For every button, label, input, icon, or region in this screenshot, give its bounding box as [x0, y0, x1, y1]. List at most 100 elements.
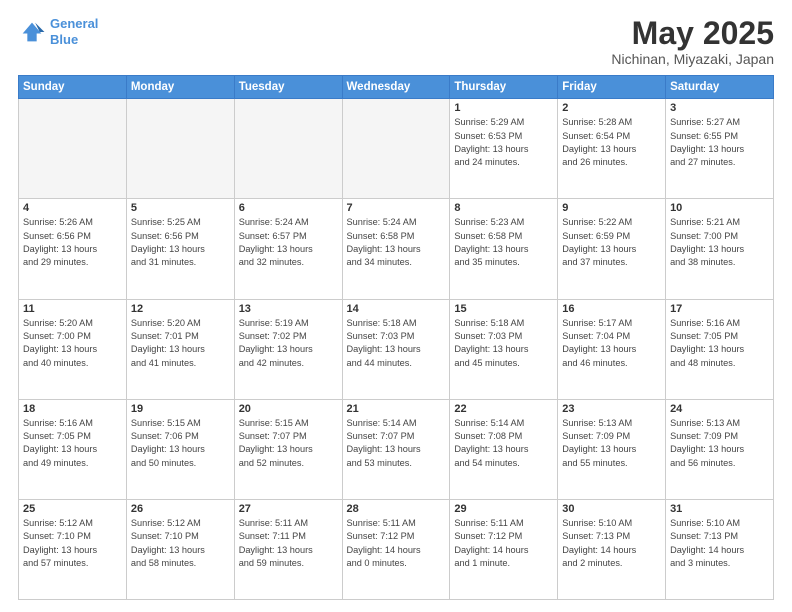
calendar-cell: 5 Sunrise: 5:25 AM Sunset: 6:56 PM Daylig…	[126, 199, 234, 299]
day-info: Sunrise: 5:18 AM Sunset: 7:03 PM Dayligh…	[347, 317, 446, 370]
logo-icon	[18, 18, 46, 46]
day-number: 26	[131, 503, 230, 515]
calendar-cell: 12 Sunrise: 5:20 AM Sunset: 7:01 PM Dayli…	[126, 299, 234, 399]
week-row-4: 18Sunrise: 5:16 AM Sunset: 7:05 PM Dayli…	[19, 399, 774, 499]
calendar-cell: 13 Sunrise: 5:19 AM Sunset: 7:02 PM Dayli…	[234, 299, 342, 399]
day-info: Sunrise: 5:12 AM Sunset: 7:10 PM Dayligh…	[23, 517, 122, 570]
day-info: Sunrise: 5:12 AM Sunset: 7:10 PM Dayligh…	[131, 517, 230, 570]
logo: General Blue	[18, 16, 98, 47]
calendar-cell	[19, 99, 127, 199]
calendar-cell: 19Sunrise: 5:15 AM Sunset: 7:06 PM Dayli…	[126, 399, 234, 499]
day-info: Sunrise: 5:24 AM Sunset: 6:58 PM Dayligh…	[347, 216, 446, 269]
day-number: 1	[454, 102, 553, 114]
calendar-cell: 7 Sunrise: 5:24 AM Sunset: 6:58 PM Daylig…	[342, 199, 450, 299]
day-info: Sunrise: 5:10 AM Sunset: 7:13 PM Dayligh…	[562, 517, 661, 570]
calendar-cell: 10 Sunrise: 5:21 AM Sunset: 7:00 PM Dayli…	[666, 199, 774, 299]
day-info: Sunrise: 5:11 AM Sunset: 7:12 PM Dayligh…	[347, 517, 446, 570]
weekday-header-thursday: Thursday	[450, 76, 558, 99]
calendar-cell	[234, 99, 342, 199]
day-info: Sunrise: 5:17 AM Sunset: 7:04 PM Dayligh…	[562, 317, 661, 370]
day-info: Sunrise: 5:18 AM Sunset: 7:03 PM Dayligh…	[454, 317, 553, 370]
calendar-cell: 21 Sunrise: 5:14 AM Sunset: 7:07 PM Dayli…	[342, 399, 450, 499]
day-number: 29	[454, 503, 553, 515]
day-number: 10	[670, 202, 769, 214]
week-row-3: 11Sunrise: 5:20 AM Sunset: 7:00 PM Dayli…	[19, 299, 774, 399]
day-info: Sunrise: 5:27 AM Sunset: 6:55 PM Dayligh…	[670, 116, 769, 169]
calendar-title: May 2025	[611, 16, 774, 51]
day-number: 22	[454, 403, 553, 415]
calendar-cell: 6 Sunrise: 5:24 AM Sunset: 6:57 PM Daylig…	[234, 199, 342, 299]
day-number: 28	[347, 503, 446, 515]
day-info: Sunrise: 5:14 AM Sunset: 7:08 PM Dayligh…	[454, 417, 553, 470]
day-number: 24	[670, 403, 769, 415]
calendar-subtitle: Nichinan, Miyazaki, Japan	[611, 51, 774, 67]
day-info: Sunrise: 5:28 AM Sunset: 6:54 PM Dayligh…	[562, 116, 661, 169]
day-info: Sunrise: 5:15 AM Sunset: 7:06 PM Dayligh…	[131, 417, 230, 470]
day-number: 17	[670, 303, 769, 315]
day-info: Sunrise: 5:22 AM Sunset: 6:59 PM Dayligh…	[562, 216, 661, 269]
day-number: 2	[562, 102, 661, 114]
weekday-header-monday: Monday	[126, 76, 234, 99]
day-number: 13	[239, 303, 338, 315]
logo-text: General Blue	[50, 16, 98, 47]
day-number: 14	[347, 303, 446, 315]
calendar-cell: 2 Sunrise: 5:28 AM Sunset: 6:54 PM Daylig…	[558, 99, 666, 199]
day-number: 6	[239, 202, 338, 214]
week-row-1: 1 Sunrise: 5:29 AM Sunset: 6:53 PM Daylig…	[19, 99, 774, 199]
calendar-cell	[126, 99, 234, 199]
day-info: Sunrise: 5:16 AM Sunset: 7:05 PM Dayligh…	[670, 317, 769, 370]
day-number: 7	[347, 202, 446, 214]
calendar-cell: 25 Sunrise: 5:12 AM Sunset: 7:10 PM Dayli…	[19, 499, 127, 599]
day-info: Sunrise: 5:20 AM Sunset: 7:00 PM Dayligh…	[23, 317, 122, 370]
day-info: Sunrise: 5:21 AM Sunset: 7:00 PM Dayligh…	[670, 216, 769, 269]
calendar-cell: 26 Sunrise: 5:12 AM Sunset: 7:10 PM Dayli…	[126, 499, 234, 599]
day-info: Sunrise: 5:15 AM Sunset: 7:07 PM Dayligh…	[239, 417, 338, 470]
calendar-cell: 28 Sunrise: 5:11 AM Sunset: 7:12 PM Dayli…	[342, 499, 450, 599]
day-info: Sunrise: 5:10 AM Sunset: 7:13 PM Dayligh…	[670, 517, 769, 570]
day-number: 31	[670, 503, 769, 515]
week-row-5: 25 Sunrise: 5:12 AM Sunset: 7:10 PM Dayli…	[19, 499, 774, 599]
calendar-cell: 30Sunrise: 5:10 AM Sunset: 7:13 PM Dayli…	[558, 499, 666, 599]
page: General Blue May 2025 Nichinan, Miyazaki…	[0, 0, 792, 612]
day-info: Sunrise: 5:13 AM Sunset: 7:09 PM Dayligh…	[562, 417, 661, 470]
day-number: 5	[131, 202, 230, 214]
calendar-cell: 23Sunrise: 5:13 AM Sunset: 7:09 PM Dayli…	[558, 399, 666, 499]
day-info: Sunrise: 5:19 AM Sunset: 7:02 PM Dayligh…	[239, 317, 338, 370]
week-row-2: 4Sunrise: 5:26 AM Sunset: 6:56 PM Daylig…	[19, 199, 774, 299]
logo-line1: General	[50, 16, 98, 31]
calendar-cell: 8Sunrise: 5:23 AM Sunset: 6:58 PM Daylig…	[450, 199, 558, 299]
weekday-header-saturday: Saturday	[666, 76, 774, 99]
calendar-cell: 1 Sunrise: 5:29 AM Sunset: 6:53 PM Daylig…	[450, 99, 558, 199]
day-number: 15	[454, 303, 553, 315]
day-number: 12	[131, 303, 230, 315]
day-number: 27	[239, 503, 338, 515]
weekday-header-friday: Friday	[558, 76, 666, 99]
logo-line2: Blue	[50, 32, 78, 47]
weekday-header-row: SundayMondayTuesdayWednesdayThursdayFrid…	[19, 76, 774, 99]
day-info: Sunrise: 5:24 AM Sunset: 6:57 PM Dayligh…	[239, 216, 338, 269]
day-number: 4	[23, 202, 122, 214]
calendar-cell: 31 Sunrise: 5:10 AM Sunset: 7:13 PM Dayli…	[666, 499, 774, 599]
day-number: 25	[23, 503, 122, 515]
calendar-cell: 9Sunrise: 5:22 AM Sunset: 6:59 PM Daylig…	[558, 199, 666, 299]
calendar-cell: 3Sunrise: 5:27 AM Sunset: 6:55 PM Daylig…	[666, 99, 774, 199]
day-info: Sunrise: 5:25 AM Sunset: 6:56 PM Dayligh…	[131, 216, 230, 269]
day-number: 21	[347, 403, 446, 415]
calendar-cell: 15 Sunrise: 5:18 AM Sunset: 7:03 PM Dayli…	[450, 299, 558, 399]
day-info: Sunrise: 5:14 AM Sunset: 7:07 PM Dayligh…	[347, 417, 446, 470]
day-info: Sunrise: 5:16 AM Sunset: 7:05 PM Dayligh…	[23, 417, 122, 470]
header: General Blue May 2025 Nichinan, Miyazaki…	[18, 16, 774, 67]
day-number: 8	[454, 202, 553, 214]
calendar-table: SundayMondayTuesdayWednesdayThursdayFrid…	[18, 75, 774, 600]
weekday-header-sunday: Sunday	[19, 76, 127, 99]
weekday-header-wednesday: Wednesday	[342, 76, 450, 99]
day-number: 16	[562, 303, 661, 315]
day-info: Sunrise: 5:11 AM Sunset: 7:12 PM Dayligh…	[454, 517, 553, 570]
calendar-cell: 11Sunrise: 5:20 AM Sunset: 7:00 PM Dayli…	[19, 299, 127, 399]
day-info: Sunrise: 5:29 AM Sunset: 6:53 PM Dayligh…	[454, 116, 553, 169]
calendar-cell: 4Sunrise: 5:26 AM Sunset: 6:56 PM Daylig…	[19, 199, 127, 299]
calendar-cell: 20Sunrise: 5:15 AM Sunset: 7:07 PM Dayli…	[234, 399, 342, 499]
title-block: May 2025 Nichinan, Miyazaki, Japan	[611, 16, 774, 67]
day-info: Sunrise: 5:20 AM Sunset: 7:01 PM Dayligh…	[131, 317, 230, 370]
calendar-cell: 14 Sunrise: 5:18 AM Sunset: 7:03 PM Dayli…	[342, 299, 450, 399]
